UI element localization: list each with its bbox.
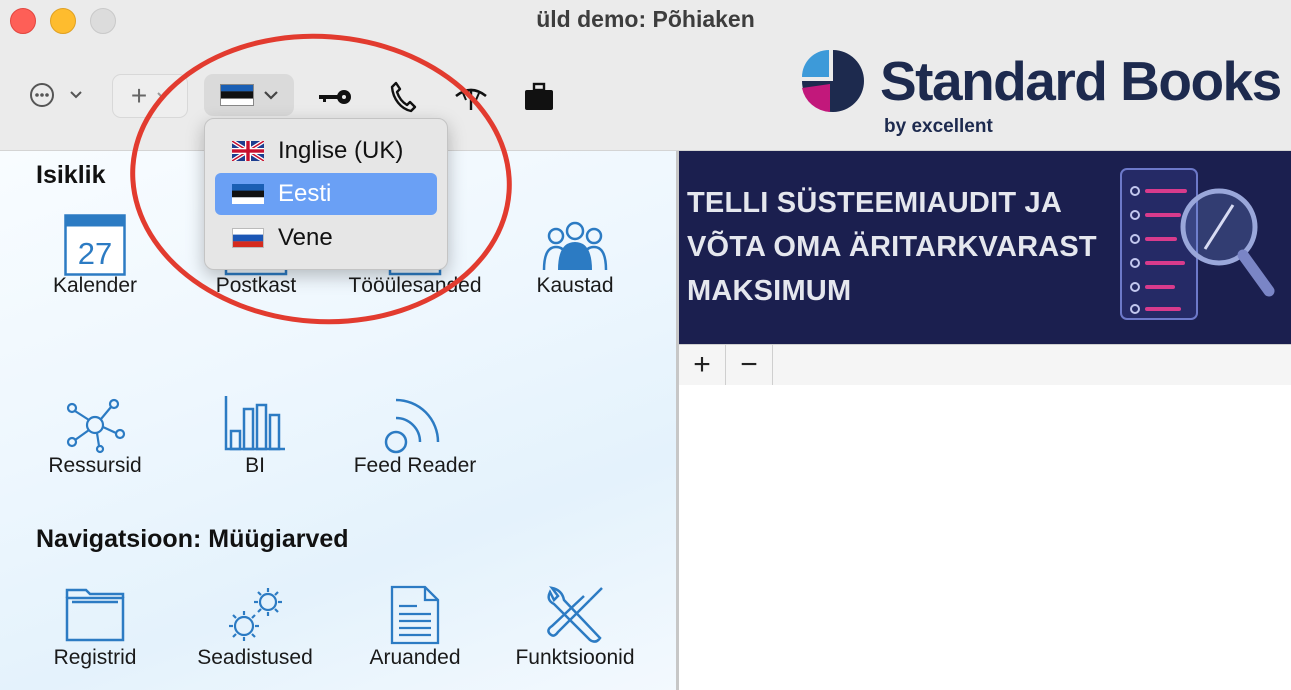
phone-button[interactable] bbox=[384, 78, 422, 116]
promo-banner[interactable]: TELLI SÜSTEEMIAUDIT JA VÕTA OMA ÄRITARKV… bbox=[679, 151, 1291, 344]
gears-icon bbox=[229, 588, 282, 641]
functions-tile[interactable]: Funktsioonid bbox=[495, 584, 655, 684]
tile-label: Feed Reader bbox=[353, 454, 477, 477]
tools-icon bbox=[547, 586, 603, 643]
personal-section-title: Isiklik bbox=[36, 161, 106, 189]
rss-feed-icon bbox=[384, 398, 440, 454]
uk-flag-icon bbox=[232, 141, 264, 161]
menu-item-label: Vene bbox=[278, 224, 333, 251]
tile-label: Seadistused bbox=[197, 646, 313, 669]
tile-label: Tööülesanded bbox=[348, 274, 482, 297]
estonia-flag-icon bbox=[232, 184, 264, 204]
list-toolbar: + − bbox=[679, 344, 1291, 386]
navigation-section-title: Navigatsioon: Müügiarved bbox=[36, 525, 349, 553]
audit-checklist-magnifier-icon bbox=[1120, 168, 1275, 320]
more-actions-button[interactable] bbox=[18, 74, 88, 116]
menu-item-estonian[interactable]: Eesti bbox=[215, 173, 437, 215]
tile-label: Ressursid bbox=[48, 454, 142, 477]
people-group-icon bbox=[542, 221, 608, 271]
bi-tile[interactable]: BI bbox=[175, 392, 335, 492]
menu-item-russian[interactable]: Vene bbox=[215, 217, 437, 259]
phone-icon bbox=[390, 81, 417, 113]
tile-label: Aruanded bbox=[369, 646, 461, 669]
logo-subtitle: by excellent bbox=[884, 116, 993, 137]
calendar-icon: 27 bbox=[64, 214, 126, 276]
tile-label: Registrid bbox=[53, 646, 137, 669]
tile-label: Funktsioonid bbox=[515, 646, 635, 669]
report-document-icon bbox=[390, 585, 440, 645]
ellipsis-circle-icon bbox=[30, 83, 82, 107]
banner-line: TELLI SÜSTEEMIAUDIT JA bbox=[687, 187, 1062, 219]
key-button[interactable] bbox=[316, 78, 354, 116]
add-item-button[interactable]: + bbox=[679, 345, 726, 385]
antenna-button[interactable] bbox=[452, 78, 490, 116]
registers-tile[interactable]: Registrid bbox=[15, 584, 175, 684]
list-content-area[interactable] bbox=[679, 385, 1291, 690]
tile-label: Kalender bbox=[52, 274, 138, 297]
calendar-tile[interactable]: 27 Kalender bbox=[15, 212, 175, 312]
banner-line: VÕTA OMA ÄRITARKVARAST bbox=[687, 231, 1097, 263]
language-selector-button[interactable] bbox=[204, 74, 294, 116]
plus-label: + bbox=[130, 80, 148, 111]
banner-line: MAKSIMUM bbox=[687, 275, 852, 307]
window-title: üld demo: Põhiaken bbox=[536, 6, 755, 32]
tile-label: BI bbox=[245, 454, 265, 477]
remove-item-button[interactable]: − bbox=[726, 345, 773, 385]
standard-books-logo-icon bbox=[802, 50, 864, 112]
reports-tile[interactable]: Aruanded bbox=[335, 584, 495, 684]
network-nodes-icon bbox=[66, 398, 126, 454]
resources-tile[interactable]: Ressursid bbox=[15, 392, 175, 492]
settings-tile[interactable]: Seadistused bbox=[175, 584, 335, 684]
chevron-down-icon bbox=[157, 92, 169, 100]
logo-title: Standard Books bbox=[880, 50, 1282, 112]
briefcase-icon bbox=[525, 82, 553, 110]
estonia-flag-icon bbox=[220, 84, 254, 106]
feed-reader-tile[interactable]: Feed Reader bbox=[335, 392, 495, 492]
briefcase-button[interactable] bbox=[520, 78, 558, 116]
key-icon bbox=[319, 90, 351, 104]
language-menu: Inglise (UK) Eesti Vene bbox=[204, 118, 448, 270]
bar-chart-icon bbox=[224, 396, 285, 451]
chevron-down-icon bbox=[264, 90, 278, 100]
menu-item-label: Inglise (UK) bbox=[278, 137, 404, 164]
folder-icon bbox=[65, 588, 125, 642]
menu-item-english-uk[interactable]: Inglise (UK) bbox=[215, 130, 437, 172]
tile-label: Postkast bbox=[215, 274, 297, 297]
folders-tile[interactable]: Kaustad bbox=[495, 212, 655, 312]
russia-flag-icon bbox=[232, 228, 264, 248]
add-new-button[interactable]: + bbox=[112, 74, 188, 118]
menu-item-label: Eesti bbox=[278, 180, 332, 207]
tile-label: Kaustad bbox=[536, 274, 614, 297]
calendar-day-number: 27 bbox=[78, 236, 112, 271]
antenna-icon bbox=[455, 88, 487, 110]
